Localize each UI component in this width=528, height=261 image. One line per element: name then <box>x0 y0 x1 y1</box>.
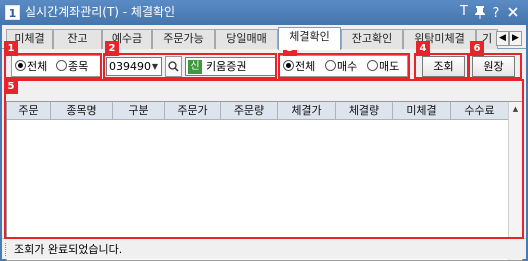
close-icon[interactable] <box>505 3 521 21</box>
tab-scroll-right-icon[interactable]: ▶ <box>509 31 522 46</box>
annotation-number-4: 4 <box>416 41 430 56</box>
tab-consign-unfilled[interactable]: 위탁미체결 <box>403 29 476 49</box>
grip-icon <box>5 243 8 256</box>
annotation-number-6: 6 <box>470 41 484 56</box>
tab-balance-check[interactable]: 잔고확인 <box>341 29 403 49</box>
tab-bar: 미체결 잔고 예수금 주문가능 당일매매 체결확인 잔고확인 위탁미체결 기 ◀… <box>2 27 526 50</box>
app-icon: 1 <box>5 5 20 20</box>
tab-execution-check[interactable]: 체결확인 <box>278 27 341 50</box>
annotation-number-2: 2 <box>105 41 119 56</box>
status-message: 조회가 완료되었습니다. <box>14 243 123 256</box>
tab-daily-trade[interactable]: 당일매매 <box>215 29 278 49</box>
tab-balance[interactable]: 잔고 <box>53 29 102 49</box>
text-size-button[interactable]: T <box>456 3 472 21</box>
annotation-number-1: 1 <box>4 41 18 56</box>
window-title: 실시간계좌관리(T) - 체결확인 <box>25 5 176 19</box>
svg-text:?: ? <box>493 6 500 21</box>
tab-scroll-left-icon[interactable]: ◀ <box>496 31 509 46</box>
annotation-box-1 <box>4 53 102 79</box>
status-bar: 조회가 완료되었습니다. <box>2 238 526 259</box>
annotation-box-6 <box>468 53 522 79</box>
annotation-box-4 <box>414 53 469 79</box>
tab-orderable[interactable]: 주문가능 <box>152 29 215 49</box>
annotation-number-5: 5 <box>4 79 18 94</box>
window: 1 실시간계좌관리(T) - 체결확인 T ? 미체결 잔고 예수금 주문가능 … <box>0 0 528 261</box>
annotation-box-3 <box>278 53 410 79</box>
help-icon[interactable]: ? <box>488 3 504 21</box>
annotation-box-5 <box>4 79 524 239</box>
pin-icon[interactable] <box>472 3 488 21</box>
annotation-box-2 <box>103 53 277 79</box>
title-bar[interactable]: 1 실시간계좌관리(T) - 체결확인 T ? <box>0 0 528 25</box>
